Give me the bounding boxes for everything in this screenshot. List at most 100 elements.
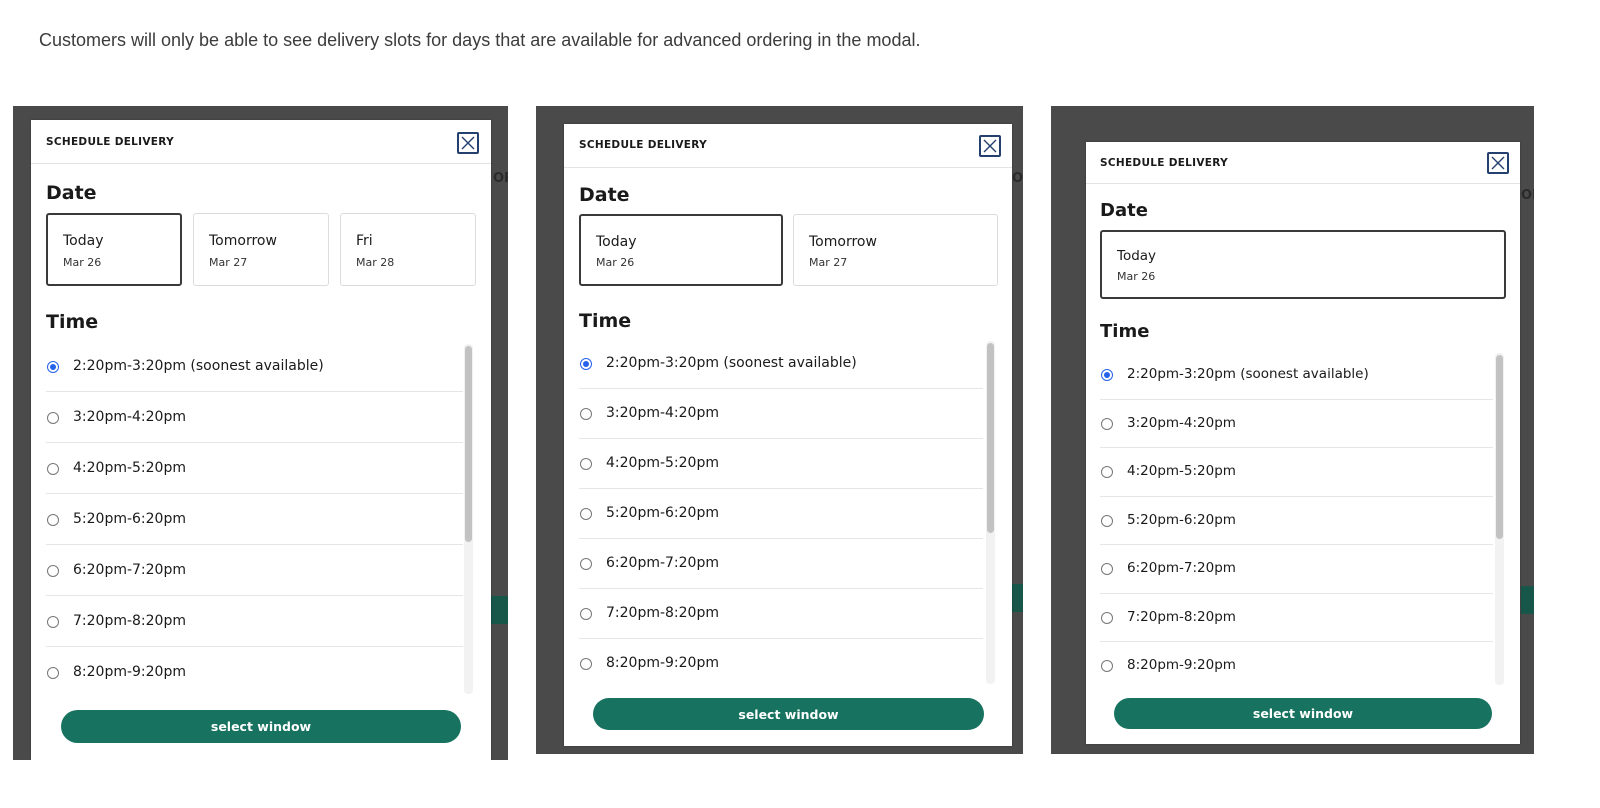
radio-unselected[interactable] — [580, 658, 592, 670]
time-slot-row[interactable]: 4:20pm-5:20pm — [579, 439, 983, 489]
select-window-button[interactable]: select window — [1114, 698, 1492, 729]
time-slot-row[interactable]: 6:20pm-7:20pm — [579, 539, 983, 589]
radio-unselected[interactable] — [580, 608, 592, 620]
date-day-label: Today — [63, 233, 104, 249]
time-slot-list[interactable]: 2:20pm-3:20pm (soonest available) 3:20pm… — [1100, 351, 1493, 685]
time-slot-label: 7:20pm-8:20pm — [606, 605, 719, 621]
select-window-button[interactable]: select window — [61, 710, 461, 743]
time-slot-row[interactable]: 8:20pm-9:20pm — [1100, 642, 1493, 685]
radio-unselected[interactable] — [580, 458, 592, 470]
time-slot-row[interactable]: 4:20pm-5:20pm — [46, 443, 463, 494]
radio-unselected[interactable] — [47, 667, 59, 679]
radio-selected[interactable] — [1101, 369, 1113, 381]
time-slot-list[interactable]: 2:20pm-3:20pm (soonest available) 3:20pm… — [46, 341, 463, 693]
radio-selected[interactable] — [580, 358, 592, 370]
modal-screenshot-three-days: OR SCHEDULE DELIVERY Date Today Mar 26 T… — [13, 106, 508, 760]
date-day-label: Today — [596, 234, 637, 250]
time-section-label: Time — [579, 310, 632, 332]
modal-header: SCHEDULE DELIVERY — [1086, 142, 1520, 184]
radio-unselected[interactable] — [1101, 660, 1113, 672]
time-slot-label: 4:20pm-5:20pm — [73, 460, 186, 476]
scrollbar-thumb[interactable] — [987, 343, 994, 533]
select-window-button[interactable]: select window — [593, 698, 984, 730]
time-slot-label: 6:20pm-7:20pm — [1127, 560, 1236, 576]
time-slot-label: 4:20pm-5:20pm — [1127, 463, 1236, 479]
radio-selected[interactable] — [47, 361, 59, 373]
time-slot-row[interactable]: 4:20pm-5:20pm — [1100, 448, 1493, 497]
date-sub-label: Mar 27 — [809, 256, 848, 269]
schedule-delivery-modal: SCHEDULE DELIVERY Date Today Mar 26 Time… — [1086, 142, 1520, 744]
date-day-label: Tomorrow — [809, 234, 877, 250]
date-option-today[interactable]: Today Mar 26 — [1100, 230, 1506, 299]
date-section-label: Date — [579, 184, 630, 206]
time-slot-row[interactable]: 2:20pm-3:20pm (soonest available) — [46, 341, 463, 392]
radio-unselected[interactable] — [580, 508, 592, 520]
radio-unselected[interactable] — [1101, 514, 1113, 527]
radio-unselected[interactable] — [47, 514, 59, 526]
background-button-fragment — [1521, 586, 1534, 614]
date-option-today[interactable]: Today Mar 26 — [579, 214, 783, 286]
time-slot-scrollbar[interactable] — [1495, 353, 1504, 685]
radio-unselected[interactable] — [580, 558, 592, 570]
time-slot-row[interactable]: 3:20pm-4:20pm — [46, 392, 463, 443]
time-slot-label: 7:20pm-8:20pm — [73, 613, 186, 629]
date-option-today[interactable]: Today Mar 26 — [46, 213, 182, 286]
background-fragment: OR — [1012, 171, 1023, 186]
time-slot-label: 4:20pm-5:20pm — [606, 455, 719, 471]
time-slot-label: 8:20pm-9:20pm — [606, 655, 719, 671]
time-section-label: Time — [1100, 321, 1150, 342]
time-slot-row[interactable]: 6:20pm-7:20pm — [1100, 545, 1493, 594]
close-icon — [1491, 156, 1505, 170]
time-slot-list[interactable]: 2:20pm-3:20pm (soonest available) 3:20pm… — [579, 339, 983, 684]
time-slot-row[interactable]: 5:20pm-6:20pm — [1100, 497, 1493, 545]
time-slot-row[interactable]: 7:20pm-8:20pm — [1100, 594, 1493, 642]
time-section-label: Time — [46, 311, 99, 333]
time-slot-row[interactable]: 6:20pm-7:20pm — [46, 545, 463, 596]
page-caption: Customers will only be able to see deliv… — [39, 30, 921, 50]
time-slot-row[interactable]: 8:20pm-9:20pm — [579, 639, 983, 684]
radio-unselected[interactable] — [47, 412, 59, 424]
close-button[interactable] — [979, 135, 1001, 157]
time-slot-row[interactable]: 8:20pm-9:20pm — [46, 647, 463, 693]
date-sub-label: Mar 26 — [63, 256, 102, 269]
date-day-label: Fri — [356, 233, 373, 249]
time-slot-label: 5:20pm-6:20pm — [1127, 511, 1236, 528]
radio-unselected[interactable] — [47, 616, 59, 628]
close-button[interactable] — [457, 132, 479, 154]
radio-unselected[interactable] — [1101, 466, 1113, 478]
date-day-label: Tomorrow — [209, 233, 277, 249]
time-slot-row[interactable]: 3:20pm-4:20pm — [1100, 400, 1493, 448]
radio-unselected[interactable] — [1101, 611, 1113, 624]
date-option-fri[interactable]: Fri Mar 28 — [340, 213, 476, 286]
time-slot-row[interactable]: 2:20pm-3:20pm (soonest available) — [1100, 351, 1493, 400]
date-day-label: Today — [1117, 248, 1157, 264]
time-slot-row[interactable]: 2:20pm-3:20pm (soonest available) — [579, 339, 983, 389]
date-option-tomorrow[interactable]: Tomorrow Mar 27 — [193, 213, 329, 286]
radio-unselected[interactable] — [47, 463, 59, 475]
scrollbar-thumb[interactable] — [465, 346, 472, 542]
close-button[interactable] — [1487, 152, 1509, 174]
radio-unselected[interactable] — [47, 565, 59, 577]
scrollbar-thumb[interactable] — [1496, 355, 1503, 539]
time-slot-row[interactable]: 7:20pm-8:20pm — [579, 589, 983, 639]
time-slot-row[interactable]: 5:20pm-6:20pm — [579, 489, 983, 539]
date-section-label: Date — [46, 182, 97, 204]
radio-unselected[interactable] — [1101, 417, 1113, 430]
time-slot-label: 2:20pm-3:20pm (soonest available) — [1127, 366, 1369, 382]
time-slot-scrollbar[interactable] — [464, 344, 473, 694]
date-sub-label: Mar 26 — [1117, 270, 1156, 283]
time-slot-label: 5:20pm-6:20pm — [73, 511, 186, 527]
close-icon — [461, 136, 475, 150]
time-slot-row[interactable]: 5:20pm-6:20pm — [46, 494, 463, 545]
date-section-label: Date — [1100, 200, 1148, 221]
time-slot-row[interactable]: 7:20pm-8:20pm — [46, 596, 463, 647]
date-option-tomorrow[interactable]: Tomorrow Mar 27 — [793, 214, 998, 286]
time-slot-label: 3:20pm-4:20pm — [1127, 414, 1236, 431]
modal-title: SCHEDULE DELIVERY — [1100, 157, 1228, 169]
radio-unselected[interactable] — [580, 408, 592, 420]
radio-unselected[interactable] — [1101, 563, 1113, 575]
background-button-fragment — [491, 596, 508, 624]
time-slot-row[interactable]: 3:20pm-4:20pm — [579, 389, 983, 439]
date-sub-label: Mar 27 — [209, 256, 248, 269]
time-slot-scrollbar[interactable] — [986, 341, 995, 684]
